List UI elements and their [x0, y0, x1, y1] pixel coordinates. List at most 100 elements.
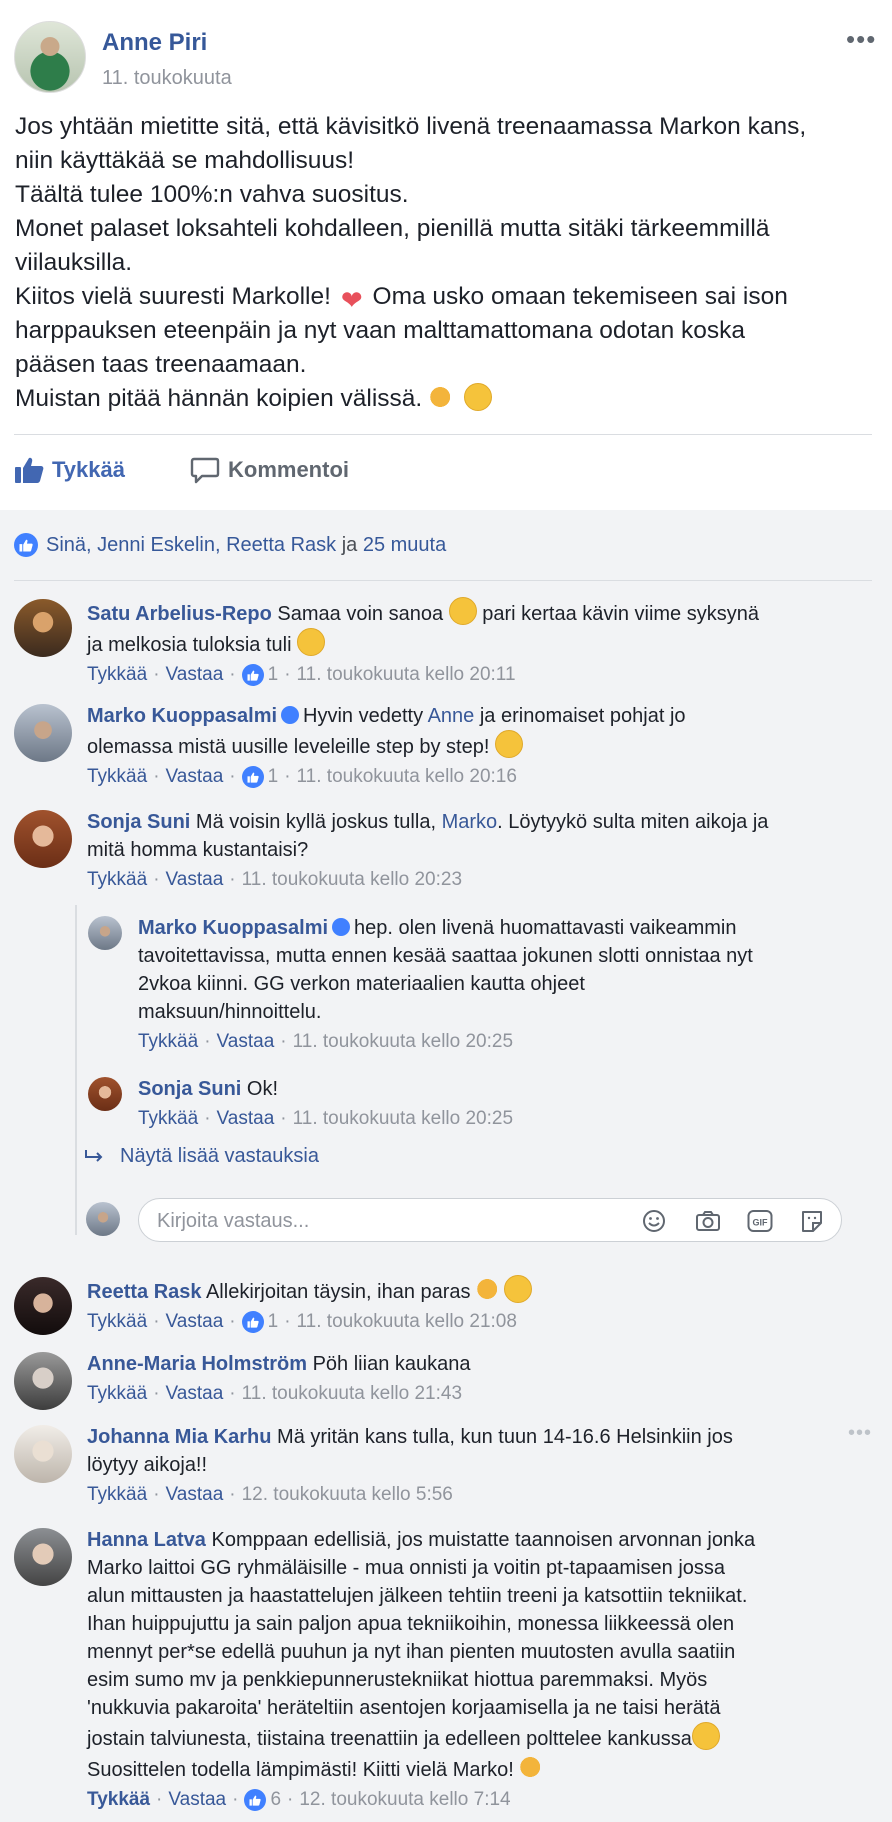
comment-text: Hyvin vedetty: [303, 705, 424, 727]
comment-like-count[interactable]: 1: [241, 763, 278, 791]
comment-timestamp[interactable]: 11. toukokuuta kello 20:25: [293, 1105, 513, 1133]
comment-options-icon[interactable]: •••: [848, 1422, 872, 1445]
comment-reply-link[interactable]: Vastaa: [166, 763, 224, 791]
gif-icon[interactable]: GIF: [747, 1209, 773, 1233]
camera-icon[interactable]: [695, 1209, 721, 1233]
comment-reply-link[interactable]: Vastaa: [217, 1105, 275, 1133]
comment-reply-link[interactable]: Vastaa: [166, 1380, 224, 1408]
reply-input[interactable]: [157, 1207, 627, 1235]
like-button[interactable]: Tykkää: [14, 456, 125, 484]
reply-comment: Marko Kuoppasalmi hep. olen livenä huomat…: [88, 914, 868, 1064]
likes-summary[interactable]: Sinä, Jenni Eskelin, Reetta Rask ja 25 m…: [14, 533, 446, 557]
like-badge-icon: [241, 766, 264, 788]
commenter-name[interactable]: Anne-Maria Holmström: [87, 1353, 307, 1375]
comment-like-link[interactable]: Tykkää: [87, 866, 147, 894]
comment-like-link[interactable]: Tykkää: [138, 1105, 198, 1133]
comment-button[interactable]: Kommentoi: [190, 456, 349, 484]
replier-avatar[interactable]: [88, 916, 122, 950]
comment-timestamp[interactable]: 11. toukokuuta kello 20:23: [242, 866, 462, 894]
commenter-name[interactable]: Johanna Mia Karhu: [87, 1426, 271, 1448]
commenter-avatar[interactable]: [14, 1528, 72, 1586]
comment-text: tavoitettavissa, mutta ennen kesää saatt…: [138, 945, 753, 967]
post-line: Monet palaset loksahteli kohdalleen, pie…: [15, 215, 770, 242]
comment-text: ja melkosia tuloksia tuli: [87, 634, 292, 656]
comment-timestamp[interactable]: 11. toukokuuta kello 20:25: [293, 1028, 513, 1056]
commenter-avatar[interactable]: [14, 1352, 72, 1410]
comment-reply-link[interactable]: Vastaa: [168, 1786, 226, 1814]
commenter-name[interactable]: Satu Arbelius-Repo: [87, 603, 272, 625]
show-more-replies-link[interactable]: Näytä lisää vastauksia: [84, 1145, 319, 1168]
commenter-avatar[interactable]: [14, 810, 72, 868]
verified-badge-icon: [281, 706, 300, 724]
reply-thread-line: [75, 905, 77, 1235]
comment-like-link[interactable]: Tykkää: [87, 661, 147, 689]
commenter-avatar[interactable]: [14, 599, 72, 657]
comment-timestamp[interactable]: 11. toukokuuta kello 20:16: [297, 763, 517, 791]
commenter-name[interactable]: Sonja Suni: [87, 811, 190, 833]
comment-text: mennyt per*se edellä puuhun ja nyt ihan …: [87, 1641, 736, 1663]
post-line: Muistan pitää hännän koipien välissä.: [15, 382, 877, 416]
grinning-sweat-emoji-icon: [463, 383, 492, 411]
comment: Satu Arbelius-Repo Samaa voin sanoa pari…: [14, 597, 874, 697]
comment-like-count[interactable]: 6: [244, 1786, 281, 1814]
sticker-icon[interactable]: [799, 1209, 825, 1233]
comment-like-link[interactable]: Tykkää: [87, 1380, 147, 1408]
comment-like-link[interactable]: Tykkää: [87, 1786, 150, 1814]
commenter-avatar[interactable]: [14, 704, 72, 762]
comment: Marko Kuoppasalmi Hyvin vedetty Anne ja e…: [14, 702, 874, 802]
comment-like-count[interactable]: 1: [241, 661, 278, 689]
comment-timestamp[interactable]: 11. toukokuuta kello 21:43: [242, 1380, 462, 1408]
comment-like-link[interactable]: Tykkää: [87, 1481, 147, 1509]
replier-avatar[interactable]: [88, 1077, 122, 1111]
rock-hand-emoji-icon: [519, 1753, 548, 1781]
reply-input-box[interactable]: GIF: [138, 1198, 842, 1242]
slight-smile-emoji-icon: [494, 730, 523, 758]
commenter-name[interactable]: Marko Kuoppasalmi: [87, 705, 277, 727]
comment-text: 'nukkuvia pakaroita' heräteltiin asentoj…: [87, 1697, 721, 1719]
post-date[interactable]: 11. toukokuuta: [102, 67, 232, 90]
smiling-emoji-icon: [448, 597, 477, 625]
post-card: Anne Piri 11. toukokuuta ••• Jos yhtään …: [0, 0, 892, 510]
mention-tag[interactable]: Marko: [442, 811, 498, 833]
commenter-name[interactable]: Sonja Suni: [138, 1078, 241, 1100]
comment-reply-link[interactable]: Vastaa: [217, 1028, 275, 1056]
comment-reply-link[interactable]: Vastaa: [166, 661, 224, 689]
post-line: Jos yhtään mietitte sitä, että kävisitkö…: [15, 113, 807, 140]
emoji-icon[interactable]: [641, 1209, 667, 1233]
commenter-avatar[interactable]: [14, 1277, 72, 1335]
comment-timestamp[interactable]: 12. toukokuuta kello 5:56: [242, 1481, 453, 1509]
commenter-name[interactable]: Hanna Latva: [87, 1529, 206, 1551]
divider: [14, 434, 872, 435]
more-options-icon[interactable]: •••: [846, 24, 876, 55]
commenter-name[interactable]: Marko Kuoppasalmi: [138, 917, 328, 939]
post-author-name[interactable]: Anne Piri: [102, 29, 207, 57]
comment-text: olemassa mistä uusille leveleille step b…: [87, 736, 490, 758]
comment-text: Komppaan edellisiä, jos muistatte taanno…: [211, 1529, 756, 1551]
post-text: Jos yhtään mietitte sitä, että kävisitkö…: [15, 110, 877, 416]
comment-like-link[interactable]: Tykkää: [87, 1308, 147, 1336]
comment-timestamp[interactable]: 11. toukokuuta kello 20:11: [297, 661, 516, 689]
comment-reply-link[interactable]: Vastaa: [166, 866, 224, 894]
likers-others[interactable]: 25 muuta: [363, 534, 446, 556]
flexed-biceps-emoji-icon: [429, 383, 458, 411]
post-line-text: Muistan pitää hännän koipien välissä.: [15, 385, 423, 412]
comment-timestamp[interactable]: 11. toukokuuta kello 21:08: [297, 1308, 517, 1336]
comment: Hanna Latva Komppaan edellisiä, jos muis…: [14, 1526, 874, 1822]
thumbs-up-icon: [15, 457, 44, 483]
post-line: Täältä tulee 100%:n vahva suositus.: [15, 181, 409, 208]
comment-like-count[interactable]: 1: [241, 1308, 278, 1336]
mention-tag[interactable]: Anne: [428, 705, 475, 727]
commenter-name[interactable]: Reetta Rask: [87, 1281, 202, 1303]
comment-text: Suosittelen todella lämpimästi! Kiitti v…: [87, 1759, 514, 1781]
comment-like-link[interactable]: Tykkää: [138, 1028, 198, 1056]
commenter-avatar[interactable]: [14, 1425, 72, 1483]
likers-names[interactable]: Sinä, Jenni Eskelin, Reetta Rask: [46, 534, 336, 556]
comment-reply-link[interactable]: Vastaa: [166, 1481, 224, 1509]
comment-text: pari kertaa kävin viime syksynä: [482, 603, 759, 625]
post-line: Kiitos vielä suuresti Markolle! ❤ Oma us…: [15, 280, 877, 314]
comment-like-link[interactable]: Tykkää: [87, 763, 147, 791]
comment-text: alun mittausten ja haastattelujen jälkee…: [87, 1585, 748, 1607]
comment-timestamp[interactable]: 12. toukokuuta kello 7:14: [299, 1786, 510, 1814]
comment-reply-link[interactable]: Vastaa: [166, 1308, 224, 1336]
author-avatar[interactable]: [14, 21, 86, 93]
